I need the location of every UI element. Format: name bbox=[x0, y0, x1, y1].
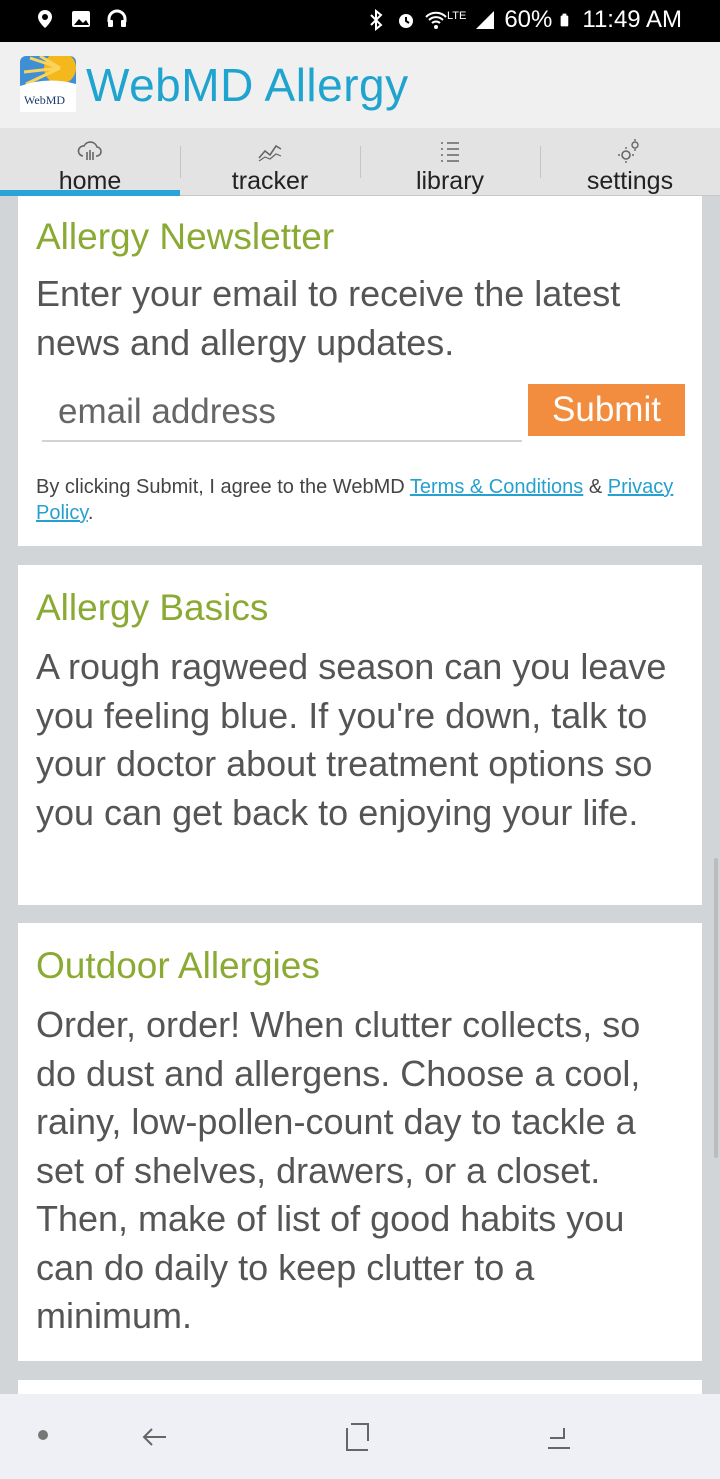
next-card[interactable] bbox=[18, 1380, 702, 1394]
card-body: Order, order! When clutter collects, so … bbox=[36, 1004, 641, 1336]
fine-print-suffix: . bbox=[87, 502, 94, 524]
navigation-bar bbox=[0, 1394, 720, 1479]
tab-label: home bbox=[58, 167, 122, 195]
card-title: Allergy Basics bbox=[36, 587, 269, 628]
card-title: Outdoor Allergies bbox=[36, 945, 320, 986]
battery-percent: 60% bbox=[504, 6, 553, 33]
tab-settings[interactable]: settings bbox=[540, 128, 720, 195]
location-icon bbox=[38, 10, 52, 28]
webmd-logo: WebMD bbox=[20, 56, 76, 112]
alarm-icon bbox=[398, 14, 413, 28]
terms-link[interactable]: Terms & Conditions bbox=[410, 476, 583, 498]
newsletter-title: Allergy Newsletter bbox=[36, 216, 335, 257]
fine-print-mid: & bbox=[583, 476, 608, 498]
tab-tracker[interactable]: tracker bbox=[180, 128, 360, 195]
headset-icon bbox=[107, 9, 127, 27]
back-icon[interactable] bbox=[140, 1422, 170, 1452]
wifi-icon bbox=[425, 11, 447, 29]
app-title: WebMD Allergy bbox=[86, 59, 409, 111]
tab-home[interactable]: home bbox=[0, 128, 180, 196]
home-icon[interactable] bbox=[343, 1422, 373, 1452]
list-icon bbox=[441, 142, 459, 162]
submit-button[interactable]: Submit bbox=[528, 384, 685, 436]
newsletter-description: Enter your email to receive the latest n… bbox=[36, 273, 621, 363]
tab-library[interactable]: library bbox=[360, 128, 540, 195]
battery-icon bbox=[561, 13, 569, 27]
app-header: WebMD WebMD Allergy bbox=[0, 42, 720, 128]
tab-label: library bbox=[415, 167, 485, 195]
recent-apps-icon[interactable] bbox=[544, 1422, 574, 1452]
allergy-basics-card[interactable]: Allergy Basics A rough ragweed season ca… bbox=[18, 565, 702, 905]
tab-label: settings bbox=[586, 167, 674, 195]
dot-icon[interactable] bbox=[38, 1430, 48, 1440]
system-status: LTE 60% 11:49 AM bbox=[365, 6, 682, 34]
logo-text: WebMD bbox=[24, 93, 65, 107]
card-body: A rough ragweed season can you leave you… bbox=[36, 646, 667, 833]
fine-print-prefix: By clicking Submit, I agree to the WebMD bbox=[36, 476, 410, 498]
bluetooth-icon bbox=[370, 9, 383, 31]
tab-bar: home tracker library settings bbox=[0, 128, 720, 196]
scrollbar[interactable] bbox=[714, 858, 718, 1158]
network-type: LTE bbox=[446, 10, 467, 22]
clock: 11:49 AM bbox=[582, 6, 682, 33]
gears-icon bbox=[618, 139, 639, 163]
email-input[interactable] bbox=[42, 384, 522, 442]
status-bar: LTE 60% 11:49 AM bbox=[0, 0, 720, 42]
outdoor-allergies-card[interactable]: Outdoor Allergies Order, order! When clu… bbox=[18, 923, 702, 1361]
cloud-icon bbox=[77, 141, 102, 160]
trend-icon bbox=[258, 144, 282, 162]
terms-notice: By clicking Submit, I agree to the WebMD… bbox=[36, 474, 684, 526]
tab-label: tracker bbox=[231, 167, 309, 195]
newsletter-card: Allergy Newsletter Enter your email to r… bbox=[18, 196, 702, 546]
notification-icons bbox=[34, 8, 128, 30]
signal-icon bbox=[476, 11, 495, 29]
image-icon bbox=[72, 11, 90, 27]
